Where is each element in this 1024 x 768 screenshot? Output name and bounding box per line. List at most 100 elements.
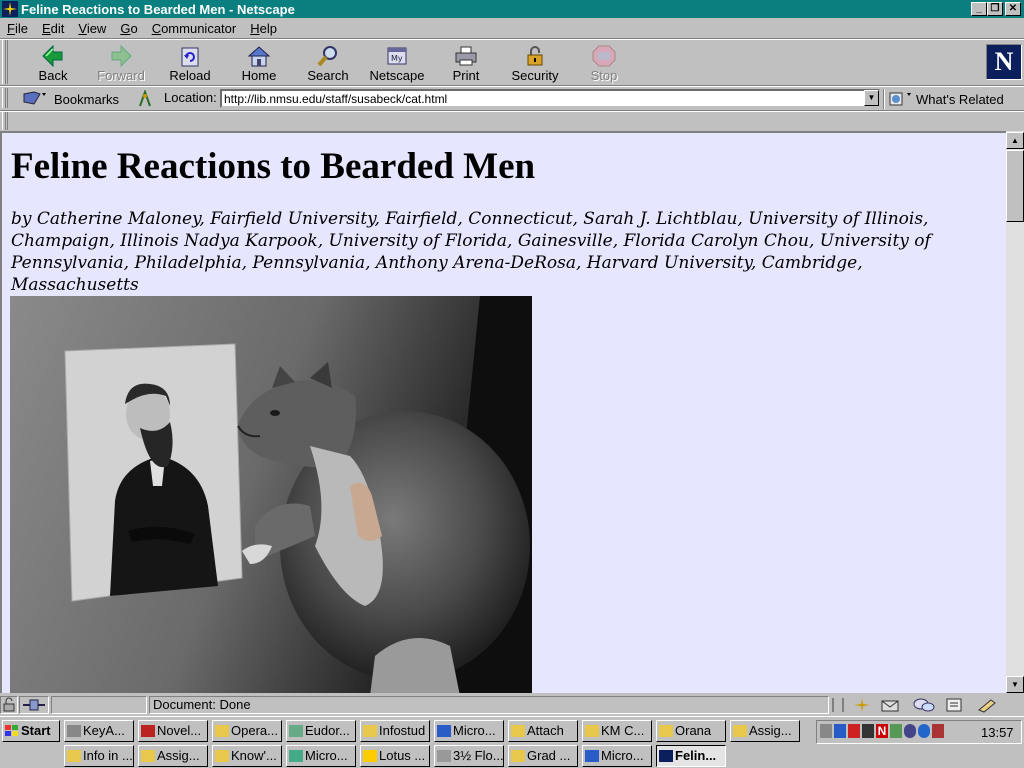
whats-related-button[interactable]: What's Related (888, 89, 1004, 109)
back-arrow-icon (42, 44, 63, 68)
task-button[interactable]: Micro... (582, 745, 652, 767)
location-label: Location: (164, 90, 217, 105)
clock[interactable]: 13:57 (981, 725, 1014, 740)
security-status-icon[interactable] (0, 696, 18, 714)
search-label: Search (307, 68, 349, 83)
word-icon (585, 750, 599, 762)
close-button[interactable]: ✕ (1005, 2, 1021, 16)
tray-app-icon[interactable] (862, 724, 874, 738)
title-bar[interactable]: Feline Reactions to Bearded Men - Netsca… (0, 0, 1024, 18)
scroll-up-button[interactable]: ▲ (1006, 132, 1024, 149)
netscape-button[interactable]: My Netscape (364, 42, 430, 84)
toolbar-grip[interactable] (2, 112, 8, 130)
home-label: Home (241, 68, 277, 83)
windows-taskbar: Start KeyA... Novel... Opera... Eudor...… (0, 716, 1024, 768)
network-icon[interactable] (834, 724, 846, 738)
home-button[interactable]: Home (226, 42, 292, 84)
task-button[interactable]: 3½ Flo... (434, 745, 504, 767)
reload-button[interactable]: Reload (157, 42, 223, 84)
menu-bar: File Edit View Go Communicator Help (0, 18, 1024, 38)
printer-icon (455, 46, 477, 66)
keyboard-icon (67, 725, 81, 737)
novell-tray-icon[interactable]: N (876, 724, 888, 738)
task-button[interactable]: Eudor... (286, 720, 356, 742)
folder-icon (659, 725, 673, 737)
mail-component-icon[interactable] (880, 697, 904, 713)
antivirus-icon[interactable] (848, 724, 860, 738)
stop-icon (592, 45, 616, 67)
netscape-logo[interactable]: N (986, 44, 1022, 80)
search-button[interactable]: Search (295, 42, 361, 84)
composer-component-icon[interactable] (944, 697, 968, 713)
task-button[interactable]: Know'... (212, 745, 282, 767)
my-netscape-icon: My (387, 47, 407, 65)
task-button[interactable]: Micro... (286, 745, 356, 767)
bookmarks-button[interactable]: Bookmarks (22, 89, 119, 109)
navigation-toolbar: Back Forward Reload Home Search My Netsc… (0, 40, 1024, 86)
component-grip[interactable] (832, 698, 844, 712)
menu-file[interactable]: File (0, 21, 35, 36)
search-icon (317, 46, 337, 67)
navigator-component-icon[interactable] (852, 697, 872, 713)
folder-icon (215, 725, 229, 737)
task-button[interactable]: Novel... (138, 720, 208, 742)
menu-communicator[interactable]: Communicator (145, 21, 244, 36)
task-button[interactable]: Assig... (730, 720, 800, 742)
progress-bar (51, 696, 147, 714)
start-label: Start (21, 723, 51, 738)
menu-edit[interactable]: Edit (35, 21, 71, 36)
page-proxy-icon[interactable] (137, 90, 153, 108)
scroll-thumb[interactable] (1006, 150, 1024, 222)
scroll-down-button[interactable]: ▼ (1006, 676, 1024, 693)
minimize-button[interactable]: _ (971, 2, 987, 16)
vertical-scrollbar[interactable]: ▲ ▼ (1006, 131, 1024, 693)
stop-label: Stop (590, 68, 618, 83)
discussion-component-icon[interactable] (912, 697, 936, 713)
forward-arrow-icon (111, 44, 132, 68)
forward-button[interactable]: Forward (88, 42, 154, 84)
task-button[interactable]: KM C... (582, 720, 652, 742)
netscape-label: Netscape (369, 68, 425, 83)
task-button[interactable]: Lotus ... (360, 745, 430, 767)
task-button[interactable]: Micro... (434, 720, 504, 742)
eudora-icon (289, 725, 303, 737)
url-dropdown-button[interactable]: ▼ (864, 90, 879, 106)
folder-icon (585, 725, 599, 737)
task-button[interactable]: KeyA... (64, 720, 134, 742)
tray-app-icon[interactable] (890, 724, 902, 738)
forward-label: Forward (97, 68, 145, 83)
stop-button[interactable]: Stop (571, 42, 637, 84)
tray-app-icon[interactable] (932, 724, 944, 738)
task-button[interactable]: Assig... (138, 745, 208, 767)
print-button[interactable]: Print (433, 42, 499, 84)
edit-component-icon[interactable] (976, 697, 1000, 713)
security-button[interactable]: Security (502, 42, 568, 84)
whats-related-icon (889, 92, 911, 106)
toolbar-grip[interactable] (2, 40, 8, 84)
location-toolbar: Bookmarks Location: http://lib.nmsu.edu/… (0, 87, 1024, 111)
start-button[interactable]: Start (2, 720, 60, 742)
task-button[interactable]: Grad ... (508, 745, 578, 767)
menu-go[interactable]: Go (113, 21, 144, 36)
menu-help[interactable]: Help (243, 21, 284, 36)
menu-view[interactable]: View (71, 21, 113, 36)
page-content: Feline Reactions to Bearded Men by Cathe… (0, 131, 1006, 693)
home-icon (247, 46, 271, 67)
security-label: Security (511, 68, 559, 83)
task-button[interactable]: Info in ... (64, 745, 134, 767)
speaker-icon[interactable] (820, 724, 832, 738)
task-button[interactable]: Infostud (360, 720, 430, 742)
word-icon (437, 725, 451, 737)
restore-button[interactable]: ❐ (987, 2, 1003, 16)
toolbar-grip[interactable] (2, 88, 8, 108)
task-button[interactable]: Attach (508, 720, 578, 742)
task-button-active[interactable]: Felin... (656, 745, 726, 767)
chat-icon[interactable] (918, 724, 930, 738)
back-button[interactable]: Back (20, 42, 86, 84)
globe-icon[interactable] (904, 724, 916, 738)
task-button[interactable]: Orana (656, 720, 726, 742)
folder-icon (215, 750, 229, 762)
task-button[interactable]: Opera... (212, 720, 282, 742)
url-field[interactable]: http://lib.nmsu.edu/staff/susabeck/cat.h… (220, 89, 880, 108)
whats-related-label: What's Related (916, 91, 1004, 107)
